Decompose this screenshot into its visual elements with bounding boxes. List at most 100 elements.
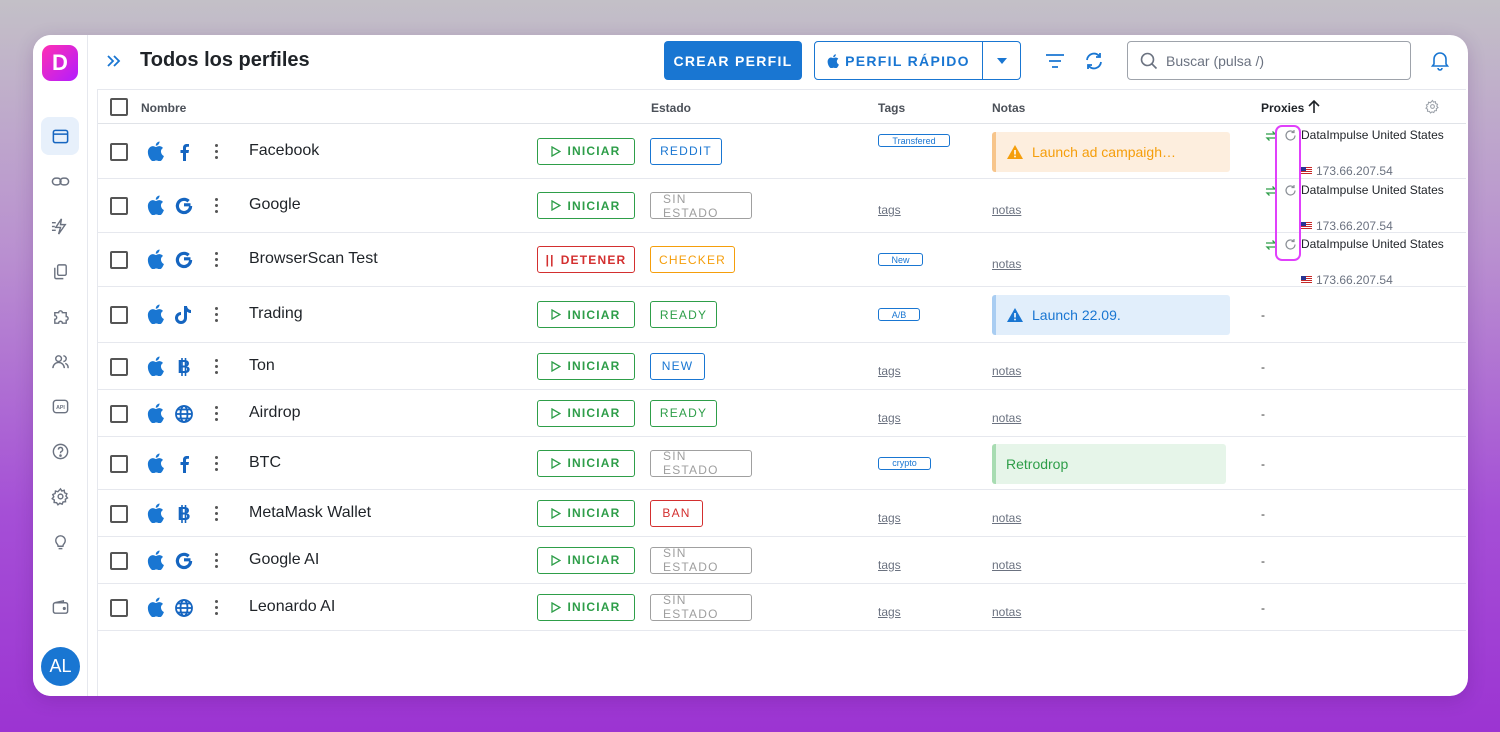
table-row[interactable]: BrowserScan Test || DETENER CHECKER New notas… xyxy=(98,233,1466,287)
row-checkbox[interactable] xyxy=(110,551,128,570)
notes-placeholder[interactable]: notas xyxy=(992,511,1021,525)
users-icon[interactable] xyxy=(41,342,79,380)
row-checkbox[interactable] xyxy=(110,197,128,215)
notes-placeholder[interactable]: notas xyxy=(992,257,1021,271)
help-icon[interactable] xyxy=(41,432,79,470)
row-menu-icon[interactable] xyxy=(215,405,218,421)
start-button[interactable]: INICIAR xyxy=(537,449,635,477)
column-proxies[interactable]: Proxies xyxy=(1261,101,1304,115)
start-button[interactable]: INICIAR xyxy=(537,546,635,574)
note-box[interactable]: Launch ad campaigh… xyxy=(992,131,1230,172)
column-notes[interactable]: Notas xyxy=(992,101,1025,115)
row-menu-icon[interactable] xyxy=(215,307,218,322)
start-button[interactable]: INICIAR xyxy=(537,192,635,219)
column-name[interactable]: Nombre xyxy=(141,101,186,115)
note-box[interactable]: Retrodrop xyxy=(992,443,1226,484)
sort-arrow-up-icon[interactable] xyxy=(1307,99,1321,114)
profile-name[interactable]: BTC xyxy=(249,454,281,472)
row-menu-icon[interactable] xyxy=(215,455,218,471)
tags-placeholder[interactable]: tags xyxy=(878,511,901,525)
settings-icon[interactable] xyxy=(41,477,79,515)
bell-icon[interactable] xyxy=(1429,49,1451,71)
refresh-icon[interactable] xyxy=(1083,50,1105,72)
status-badge[interactable]: BAN xyxy=(650,499,703,527)
profile-name[interactable]: Airdrop xyxy=(249,404,301,422)
create-profile-button[interactable]: CREAR PERFIL xyxy=(664,41,802,80)
row-checkbox[interactable] xyxy=(110,598,128,617)
table-row[interactable]: BTC INICIAR SIN ESTADO crypto Retrodrop - xyxy=(98,437,1466,490)
tag-chip[interactable]: crypto xyxy=(878,456,931,470)
lightning-icon[interactable] xyxy=(41,207,79,245)
quick-profile-main[interactable]: PERFIL RÁPIDO xyxy=(815,53,982,69)
profile-name[interactable]: MetaMask Wallet xyxy=(249,504,371,522)
column-status[interactable]: Estado xyxy=(651,101,691,115)
status-badge[interactable]: READY xyxy=(650,399,717,427)
status-badge[interactable]: SIN ESTADO xyxy=(650,192,752,220)
profile-name[interactable]: BrowserScan Test xyxy=(249,250,378,268)
row-checkbox[interactable] xyxy=(110,404,128,423)
column-tags[interactable]: Tags xyxy=(878,101,905,115)
expand-sidebar-icon[interactable] xyxy=(105,52,123,70)
start-button[interactable]: INICIAR xyxy=(537,137,635,165)
tag-chip[interactable]: A/B xyxy=(878,308,920,321)
row-menu-icon[interactable] xyxy=(215,198,218,213)
row-checkbox[interactable] xyxy=(110,454,128,473)
status-badge[interactable]: NEW xyxy=(650,352,705,380)
status-badge[interactable]: SIN ESTADO xyxy=(650,546,752,574)
table-row[interactable]: Leonardo AI INICIAR SIN ESTADO tags notas - xyxy=(98,584,1466,631)
status-badge[interactable]: READY xyxy=(650,301,717,328)
browser-icon[interactable] xyxy=(41,117,79,155)
profile-name[interactable]: Google xyxy=(249,196,301,214)
table-row[interactable]: Google INICIAR SIN ESTADO tags notas DataImpu… xyxy=(98,179,1466,233)
row-menu-icon[interactable] xyxy=(215,143,218,159)
quick-profile-dropdown[interactable] xyxy=(982,42,1020,79)
row-menu-icon[interactable] xyxy=(215,552,218,568)
filter-icon[interactable] xyxy=(1044,50,1066,72)
tags-placeholder[interactable]: tags xyxy=(878,411,901,425)
search-box[interactable] xyxy=(1127,41,1411,80)
column-settings-icon[interactable] xyxy=(1425,99,1440,114)
bulb-icon[interactable] xyxy=(41,522,79,560)
search-input[interactable] xyxy=(1166,52,1386,69)
profile-name[interactable]: Trading xyxy=(249,305,303,323)
link-icon[interactable] xyxy=(41,162,79,200)
profile-name[interactable]: Leonardo AI xyxy=(249,598,335,616)
proxy-name[interactable]: DataImpulse United States xyxy=(1301,237,1444,251)
status-badge[interactable]: SIN ESTADO xyxy=(650,593,752,621)
row-checkbox[interactable] xyxy=(110,251,128,269)
row-checkbox[interactable] xyxy=(110,142,128,161)
tags-placeholder[interactable]: tags xyxy=(878,605,901,619)
copy-icon[interactable] xyxy=(41,252,79,290)
start-button[interactable]: INICIAR xyxy=(537,399,635,427)
row-menu-icon[interactable] xyxy=(215,252,218,267)
row-checkbox[interactable] xyxy=(110,306,128,324)
profile-name[interactable]: Google AI xyxy=(249,551,319,569)
notes-placeholder[interactable]: notas xyxy=(992,605,1021,619)
proxy-name[interactable]: DataImpulse United States xyxy=(1301,128,1444,142)
table-row[interactable]: B MetaMask Wallet INICIAR BAN tags notas - xyxy=(98,490,1466,537)
tags-placeholder[interactable]: tags xyxy=(878,203,901,217)
notes-placeholder[interactable]: notas xyxy=(992,558,1021,572)
start-button[interactable]: INICIAR xyxy=(537,301,635,328)
row-checkbox[interactable] xyxy=(110,357,128,376)
status-badge[interactable]: SIN ESTADO xyxy=(650,449,752,477)
table-row[interactable]: Airdrop INICIAR READY tags notas - xyxy=(98,390,1466,437)
app-logo[interactable]: D xyxy=(42,45,78,81)
wallet-icon[interactable] xyxy=(41,588,79,626)
start-button[interactable]: INICIAR xyxy=(537,593,635,621)
tags-placeholder[interactable]: tags xyxy=(878,364,901,378)
row-menu-icon[interactable] xyxy=(215,505,218,521)
proxy-name[interactable]: DataImpulse United States xyxy=(1301,183,1444,197)
row-menu-icon[interactable] xyxy=(215,358,218,374)
table-row[interactable]: B Ton INICIAR NEW tags notas - xyxy=(98,343,1466,390)
profile-name[interactable]: Facebook xyxy=(249,142,319,160)
tag-chip[interactable]: Transfered xyxy=(878,134,950,147)
table-row[interactable]: Trading INICIAR READY A/B Launch 22.09. - xyxy=(98,287,1466,343)
notes-placeholder[interactable]: notas xyxy=(992,203,1021,217)
status-badge[interactable]: CHECKER xyxy=(650,246,735,273)
api-icon[interactable]: API xyxy=(41,387,79,425)
tag-chip[interactable]: New xyxy=(878,253,923,266)
puzzle-icon[interactable] xyxy=(41,297,79,335)
status-badge[interactable]: REDDIT xyxy=(650,137,722,165)
notes-placeholder[interactable]: notas xyxy=(992,364,1021,378)
